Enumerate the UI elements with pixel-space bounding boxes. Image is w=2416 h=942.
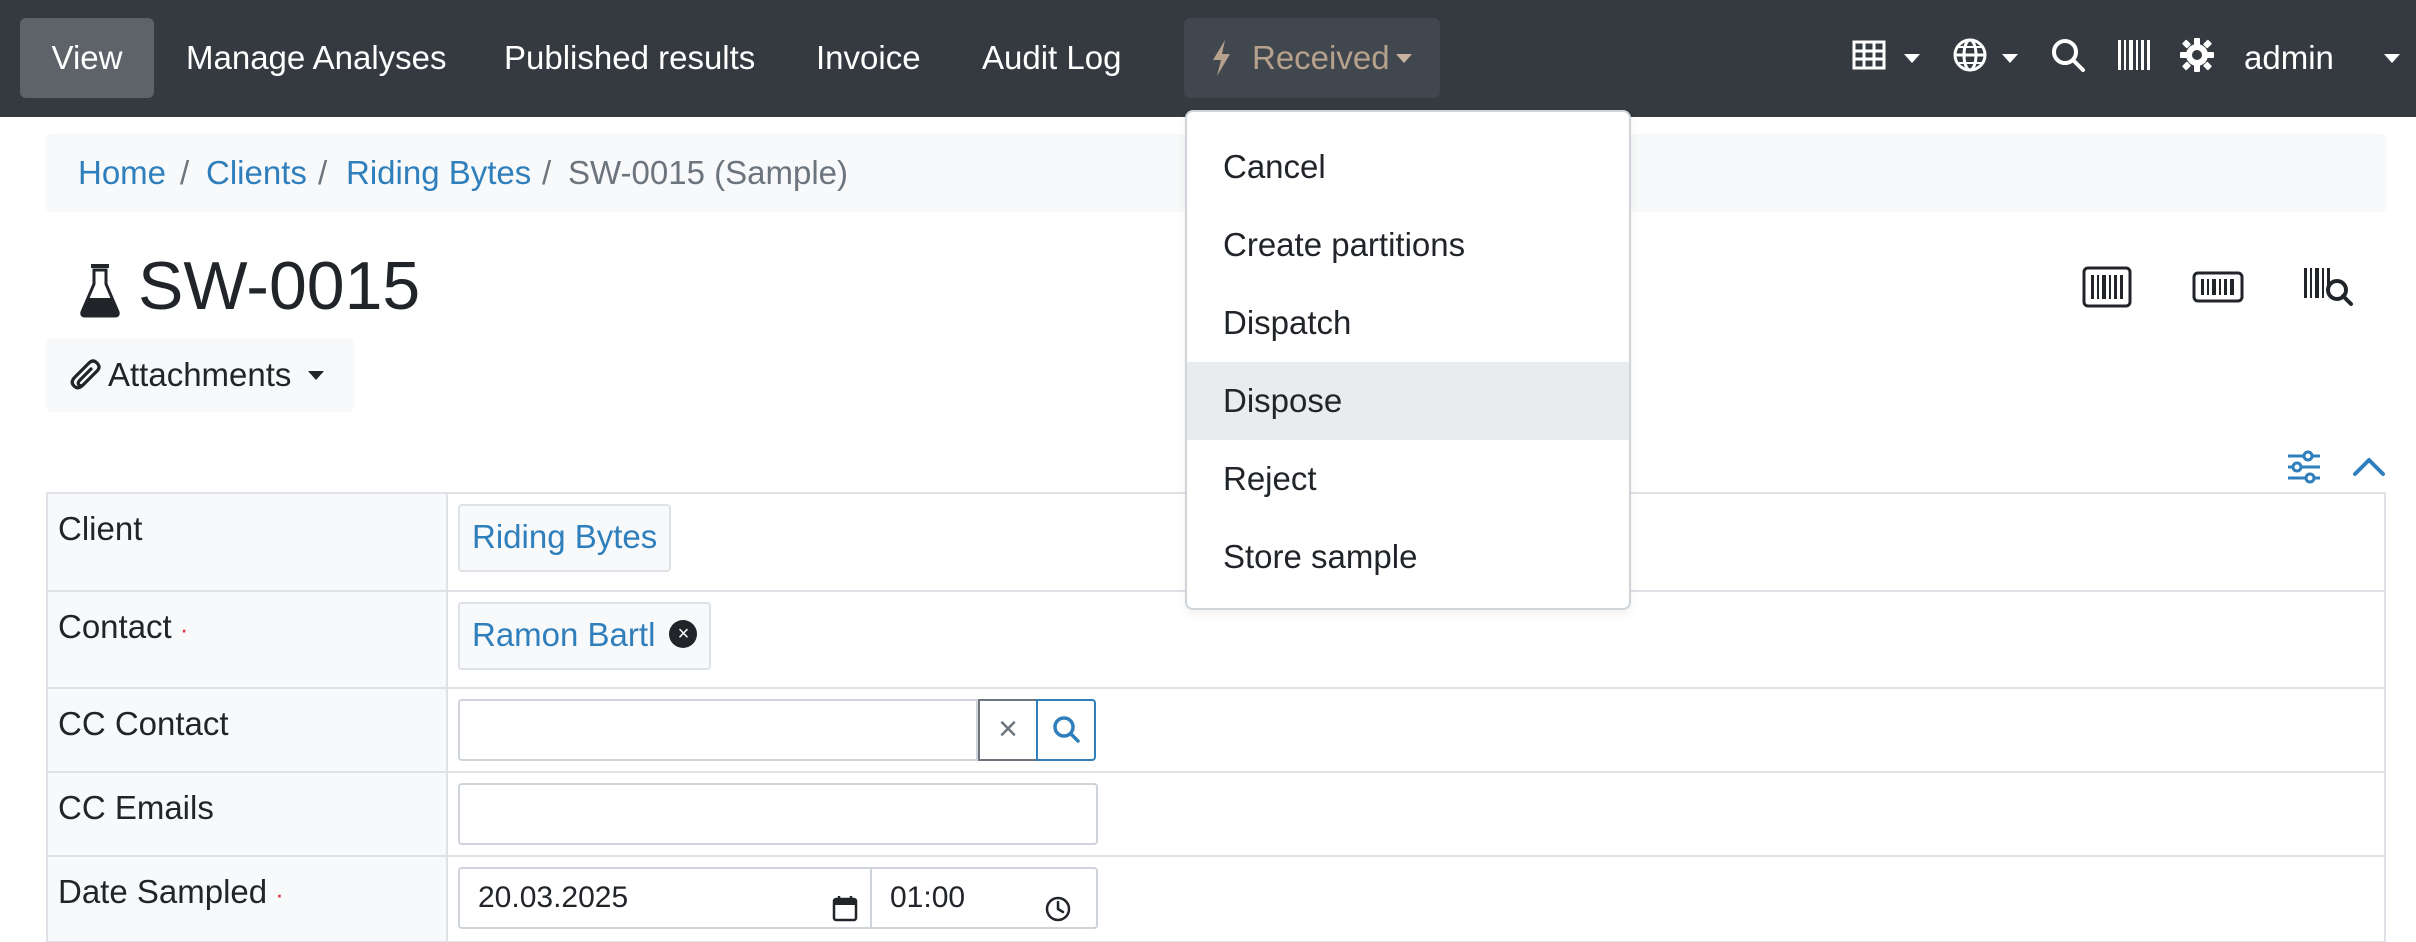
nav-published-results[interactable]: Published results [504, 18, 755, 98]
menu-item-create-partitions[interactable]: Create partitions [1187, 206, 1629, 284]
client-label: Client [58, 510, 143, 547]
field-label: Date Sampled · [46, 855, 448, 942]
field-label: Contact · [46, 590, 448, 689]
menu-item-dispatch[interactable]: Dispatch [1187, 284, 1629, 362]
small-sticker-icon[interactable] [2192, 266, 2244, 313]
breadcrumb-current: SW-0015 (Sample) [568, 154, 849, 191]
required-mark: · [275, 879, 284, 909]
gear-icon[interactable] [2178, 36, 2216, 76]
user-name: admin [2244, 39, 2334, 76]
contact-value: Ramon Bartl [472, 616, 656, 653]
cc-emails-input[interactable] [458, 783, 1098, 845]
sliders-icon[interactable] [2286, 450, 2322, 489]
calendar-icon[interactable] [832, 885, 858, 942]
chevron-down-icon [308, 371, 324, 380]
field-label: CC Contact [46, 687, 448, 773]
nav-audit-log[interactable]: Audit Log [982, 18, 1121, 98]
sticker-icon[interactable] [2082, 266, 2132, 313]
client-link[interactable]: Riding Bytes [458, 504, 672, 572]
chevron-down-icon[interactable] [1904, 54, 1920, 63]
contact-label: Contact [58, 608, 172, 645]
user-menu[interactable]: admin [2244, 18, 2400, 98]
paperclip-icon [70, 358, 102, 399]
workflow-state-label: Received [1252, 39, 1390, 76]
chevron-down-icon [2384, 54, 2400, 63]
breadcrumb-separator: / [542, 154, 552, 191]
cc-contact-field: × [458, 699, 1098, 761]
search-icon[interactable] [2050, 36, 2086, 76]
search-button[interactable] [1036, 699, 1096, 761]
search-icon [1053, 716, 1080, 743]
field-label: CC Emails [46, 771, 448, 857]
contact-chip[interactable]: Ramon Bartl × [458, 602, 712, 670]
breadcrumb-clients[interactable]: Clients [206, 154, 307, 192]
nav-manage-analyses[interactable]: Manage Analyses [186, 18, 447, 98]
chevron-down-icon [1396, 54, 1412, 63]
breadcrumb-separator: / [180, 154, 190, 191]
flask-icon [80, 262, 120, 323]
chevron-down-icon[interactable] [2002, 54, 2018, 63]
date-value: 20.03.2025 [478, 881, 629, 914]
attachments-button[interactable]: Attachments [46, 338, 354, 412]
table-row: CC Contact × [46, 687, 2386, 773]
attachments-label: Attachments [108, 356, 292, 393]
menu-item-reject[interactable]: Reject [1187, 440, 1629, 518]
cc-contact-input[interactable] [458, 699, 978, 761]
page-title: SW-0015 [138, 248, 421, 324]
breadcrumb-home[interactable]: Home [78, 154, 166, 192]
field-label: Client [46, 492, 448, 592]
date-sampled-field: 20.03.2025 01:00 [458, 867, 1098, 929]
menu-item-dispose[interactable]: Dispose [1187, 362, 1629, 440]
time-input[interactable]: 01:00 [870, 867, 1098, 929]
nav-invoice[interactable]: Invoice [816, 18, 921, 98]
required-mark: · [179, 614, 189, 644]
date-sampled-label: Date Sampled [58, 873, 268, 910]
clock-icon[interactable] [1044, 885, 1072, 942]
menu-item-store-sample[interactable]: Store sample [1187, 518, 1629, 596]
clear-button[interactable]: × [978, 699, 1038, 761]
menu-item-cancel[interactable]: Cancel [1187, 128, 1629, 206]
breadcrumb-client[interactable]: Riding Bytes [346, 154, 531, 192]
chevron-up-icon[interactable] [2352, 450, 2386, 489]
nav-view[interactable]: View [20, 18, 154, 98]
date-input[interactable]: 20.03.2025 [458, 867, 872, 929]
barcode-search-icon[interactable] [2302, 266, 2354, 313]
globe-icon[interactable] [1952, 36, 1988, 76]
client-value: Riding Bytes [472, 518, 658, 555]
breadcrumb-separator: / [318, 154, 328, 191]
remove-icon[interactable]: × [669, 620, 698, 649]
time-value: 01:00 [890, 881, 966, 914]
workflow-state-button[interactable]: Received [1184, 18, 1440, 98]
table-row: CC Emails [46, 771, 2386, 857]
cc-contact-label: CC Contact [58, 705, 229, 742]
table-icon[interactable] [1852, 36, 1886, 76]
workflow-actions-menu: Cancel Create partitions Dispatch Dispos… [1185, 110, 1631, 610]
top-navbar: View Manage Analyses Published results I… [0, 0, 2416, 117]
table-row: Date Sampled · 20.03.2025 01:00 [46, 855, 2386, 942]
barcode-icon[interactable] [2116, 36, 2152, 76]
cc-emails-label: CC Emails [58, 789, 214, 826]
